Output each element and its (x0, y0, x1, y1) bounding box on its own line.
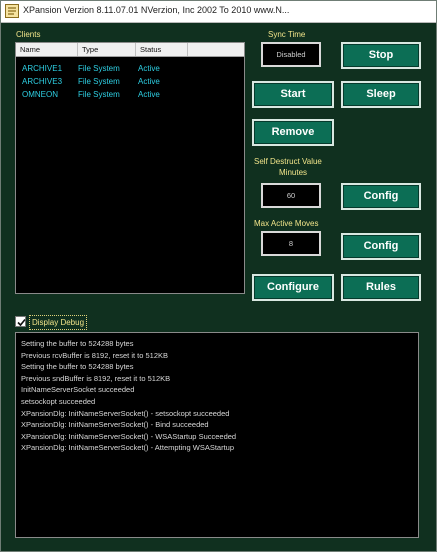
debug-log[interactable]: Setting the buffer to 524288 bytes Previ… (15, 332, 419, 538)
sync-time-label: Sync Time (268, 30, 306, 39)
checkmark-icon (17, 318, 26, 327)
sync-time-field[interactable]: Disabled (261, 42, 321, 67)
stop-button[interactable]: Stop (341, 42, 421, 69)
client-row[interactable]: ARCHIVE3 File System Active (16, 76, 244, 88)
debug-log-line: InitNameServerSocket succeeded (21, 385, 135, 395)
client-type: File System (78, 90, 120, 99)
self-destruct-label: Self Destruct Value (254, 157, 322, 166)
client-row[interactable]: ARCHIVE1 File System Active (16, 63, 244, 75)
sleep-button[interactable]: Sleep (341, 81, 421, 108)
debug-log-line: Setting the buffer to 524288 bytes (21, 339, 134, 348)
display-debug-label[interactable]: Display Debug (29, 315, 88, 330)
client-type: File System (78, 64, 120, 73)
client-status: Active (138, 77, 160, 86)
column-header-status[interactable]: Status (136, 43, 188, 56)
debug-log-line: XPansionDlg: InitNameServerSocket() - se… (21, 408, 230, 418)
max-active-moves-field[interactable]: 8 (261, 231, 321, 256)
column-header-type[interactable]: Type (78, 43, 136, 56)
clients-header: Name Type Status (16, 43, 244, 57)
start-button[interactable]: Start (252, 81, 334, 108)
configure-button[interactable]: Configure (252, 274, 334, 301)
client-name: ARCHIVE1 (22, 64, 63, 73)
app-icon (5, 4, 19, 18)
debug-log-line: XPansionDlg: InitNameServerSocket() - At… (21, 443, 235, 453)
config-button-max-active[interactable]: Config (341, 233, 421, 260)
debug-log-line: Setting the buffer to 524288 bytes (21, 362, 134, 372)
debug-log-line: XPansionDlg: InitNameServerSocket() - WS… (21, 431, 237, 441)
clients-label: Clients (16, 30, 41, 39)
remove-button[interactable]: Remove (252, 119, 334, 146)
debug-log-line: Previous sndBuffer is 8192, reset it to … (21, 373, 171, 383)
rules-button[interactable]: Rules (341, 274, 421, 301)
self-destruct-field[interactable]: 60 (261, 183, 321, 208)
clients-list[interactable]: Name Type Status ARCHIVE1 File System Ac… (15, 42, 245, 294)
debug-log-line: XPansionDlg: InitNameServerSocket() - Bi… (21, 420, 209, 430)
max-active-moves-label: Max Active Moves (254, 219, 319, 228)
client-status: Active (138, 64, 160, 73)
client-row[interactable]: OMNEON File System Active (16, 89, 244, 101)
window-title: XPansion Verzion 8.11.07.01 NVerzion, In… (23, 5, 290, 15)
client-type: File System (78, 77, 120, 86)
client-status: Active (138, 90, 160, 99)
client-name: ARCHIVE3 (22, 77, 63, 86)
xpansion-window: XPansion Verzion 8.11.07.01 NVerzion, In… (0, 0, 437, 552)
config-button-self-destruct[interactable]: Config (341, 183, 421, 210)
client-name: OMNEON (22, 90, 58, 99)
debug-log-line: Previous rcvBuffer is 8192, reset it to … (21, 350, 169, 360)
debug-log-line: setsockopt succeeded (21, 396, 96, 406)
minutes-label: Minutes (279, 168, 308, 177)
title-bar: XPansion Verzion 8.11.07.01 NVerzion, In… (1, 1, 436, 23)
display-debug-checkbox[interactable] (15, 316, 26, 327)
column-header-name[interactable]: Name (16, 43, 78, 56)
